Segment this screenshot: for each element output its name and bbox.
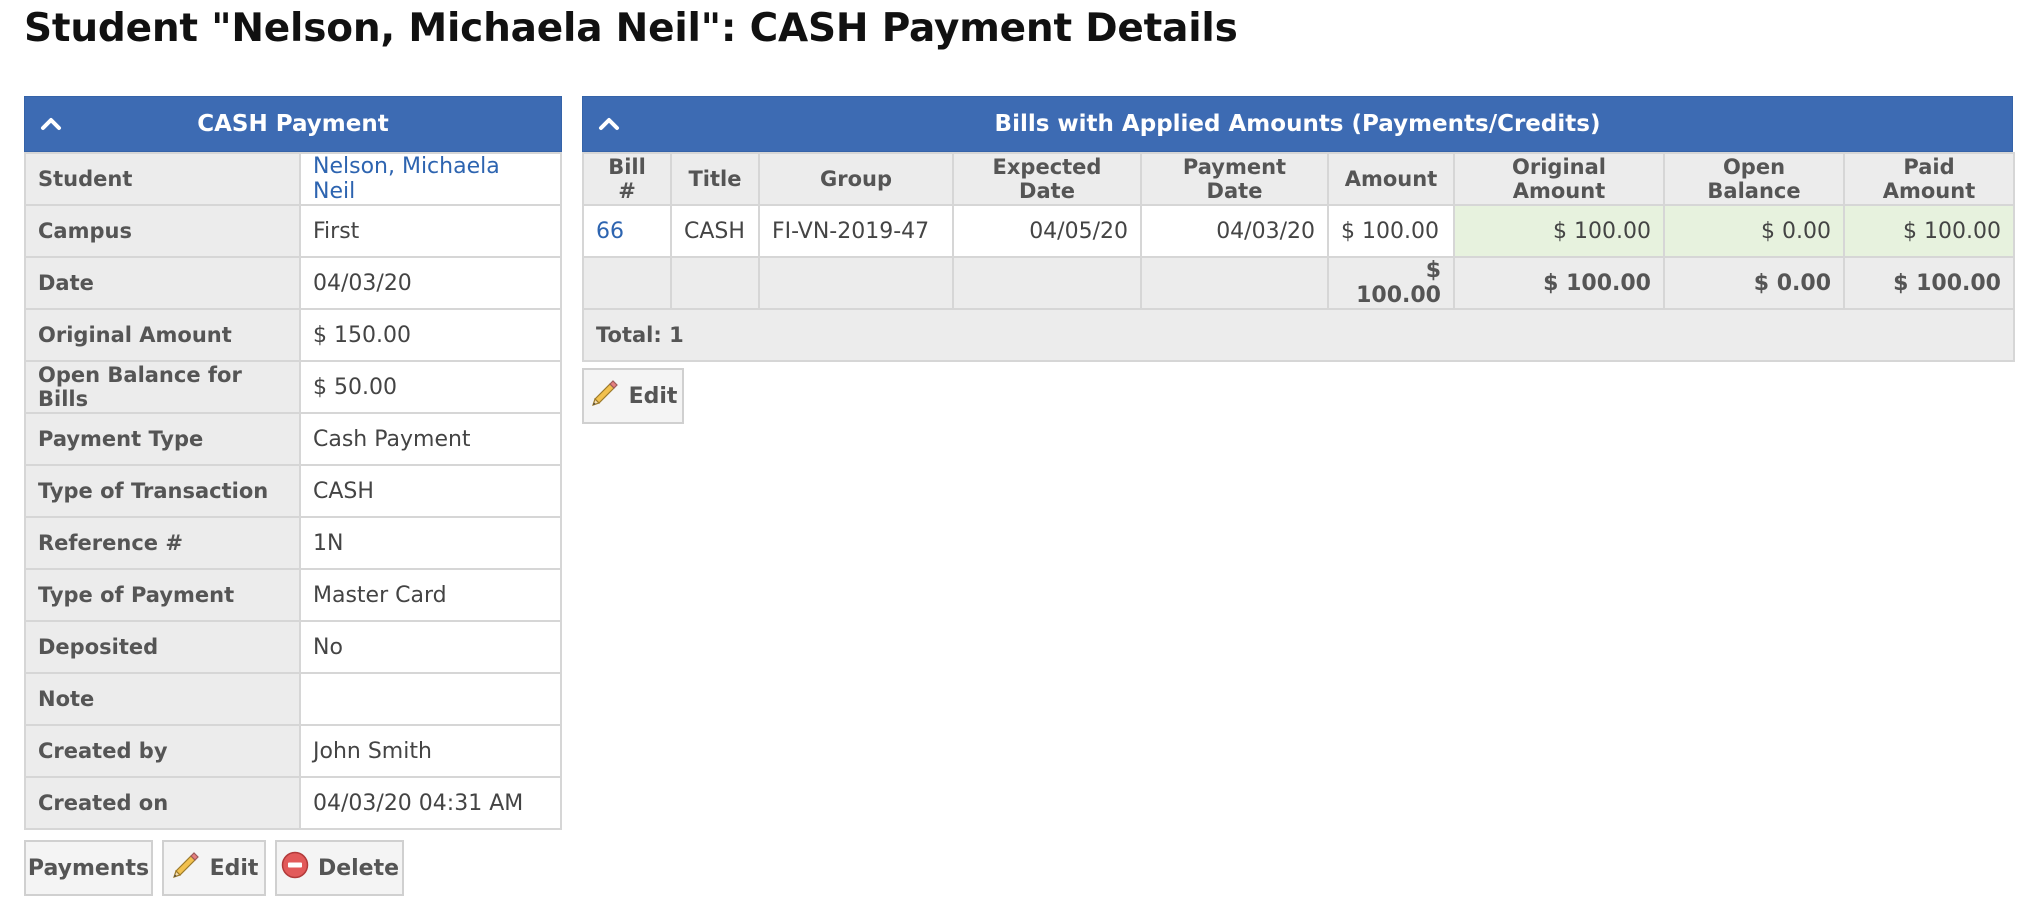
detail-value: John Smith [299,724,562,778]
payment-details-table: Student Nelson, Michaela Neil Campus First… [24,152,562,830]
detail-value: 04/03/20 [299,256,562,310]
total-count: Total: 1 [582,308,2015,362]
detail-value: $ 150.00 [299,308,562,362]
bills-table: Bill # Title Group Expected Date Payment… [582,152,2015,362]
detail-row-original-amount: Original Amount $ 150.00 [24,308,562,362]
detail-row-student: Student Nelson, Michaela Neil [24,152,562,206]
cash-payment-panel: CASH Payment Student Nelson, Michaela Nei… [24,96,562,830]
payments-button[interactable]: Payments [24,840,153,896]
column-header[interactable]: Bill # [582,152,672,206]
original-amount-cell: $ 100.00 [1453,204,1665,258]
detail-label: Date [24,256,301,310]
bills-panel-title: Bills with Applied Amounts (Payments/Cre… [994,111,1601,137]
amount-cell: $ 100.00 [1327,204,1455,258]
bills-panel: Bills with Applied Amounts (Payments/Cre… [582,96,2015,362]
column-header[interactable]: Amount [1327,152,1455,206]
detail-label: Student [24,152,301,206]
detail-value: CASH [299,464,562,518]
detail-label: Open Balance for Bills [24,360,301,414]
column-header[interactable]: Title [670,152,760,206]
detail-label: Type of Payment [24,568,301,622]
payment-date-cell: 04/03/20 [1140,204,1329,258]
total-paid-amount-cell: $ 100.00 [1843,256,2015,310]
column-header[interactable]: Group [758,152,954,206]
detail-row-payment-type: Payment Type Cash Payment [24,412,562,466]
detail-row-created-on: Created on 04/03/20 04:31 AM [24,776,562,830]
detail-label: Original Amount [24,308,301,362]
column-header[interactable]: Open Balance [1663,152,1845,206]
paid-amount-cell: $ 100.00 [1843,204,2015,258]
detail-row-open-balance: Open Balance for Bills $ 50.00 [24,360,562,414]
bill-title-cell: CASH [670,204,760,258]
detail-label: Payment Type [24,412,301,466]
empty-cell [758,256,954,310]
expected-date-cell: 04/05/20 [952,204,1142,258]
column-header[interactable]: Paid Amount [1843,152,2015,206]
detail-label: Reference # [24,516,301,570]
pencil-icon [170,849,202,887]
empty-cell [670,256,760,310]
chevron-up-icon[interactable] [39,112,63,136]
column-header[interactable]: Payment Date [1140,152,1329,206]
detail-row-type-of-payment: Type of Payment Master Card [24,568,562,622]
detail-value: No [299,620,562,674]
column-header[interactable]: Original Amount [1453,152,1665,206]
column-header[interactable]: Expected Date [952,152,1142,206]
detail-label: Deposited [24,620,301,674]
edit-button-label: Edit [628,383,678,409]
detail-row-campus: Campus First [24,204,562,258]
bills-panel-header[interactable]: Bills with Applied Amounts (Payments/Cre… [582,96,2013,152]
detail-label: Created on [24,776,301,830]
bill-link[interactable]: 66 [596,219,624,244]
detail-label: Type of Transaction [24,464,301,518]
detail-row-date: Date 04/03/20 [24,256,562,310]
payments-button-label: Payments [27,855,150,881]
total-open-balance-cell: $ 0.00 [1663,256,1845,310]
bills-header-row: Bill # Title Group Expected Date Payment… [582,152,2015,206]
detail-label: Campus [24,204,301,258]
chevron-up-icon[interactable] [597,112,621,136]
total-amount-cell: $ 100.00 [1327,256,1455,310]
bill-number-cell: 66 [582,204,672,258]
cash-payment-panel-header[interactable]: CASH Payment [24,96,562,152]
delete-button-label: Delete [317,855,400,881]
pencil-icon [589,377,621,415]
empty-cell [952,256,1142,310]
detail-value: 04/03/20 04:31 AM [299,776,562,830]
bill-group-cell: FI-VN-2019-47 [758,204,954,258]
detail-value: First [299,204,562,258]
detail-value: Cash Payment [299,412,562,466]
detail-row-reference: Reference #1N [24,516,562,570]
student-link[interactable]: Nelson, Michaela Neil [313,154,500,204]
page-title: Student "Nelson, Michaela Neil": CASH Pa… [24,6,1238,51]
detail-label: Created by [24,724,301,778]
detail-row-deposited: Deposited No [24,620,562,674]
edit-payment-button[interactable]: Edit [162,840,266,896]
detail-value: 1N [299,516,562,570]
detail-row-transaction-type: Type of Transaction CASH [24,464,562,518]
open-balance-cell: $ 0.00 [1663,204,1845,258]
totals-row: $ 100.00 $ 100.00 $ 0.00 $ 100.00 [582,256,2015,310]
detail-value: Master Card [299,568,562,622]
cash-payment-panel-title: CASH Payment [197,111,389,137]
table-row: 66 CASH FI-VN-2019-47 04/05/20 04/03/20 … [582,204,2015,258]
detail-value: $ 50.00 [299,360,562,414]
empty-cell [1140,256,1329,310]
detail-value [299,672,562,726]
empty-cell [582,256,672,310]
detail-row-created-by: Created by John Smith [24,724,562,778]
count-row: Total: 1 [582,308,2015,362]
edit-bills-button[interactable]: Edit [582,368,684,424]
total-original-amount-cell: $ 100.00 [1453,256,1665,310]
edit-button-label: Edit [209,855,259,881]
minus-circle-icon [280,850,310,886]
detail-row-note: Note [24,672,562,726]
delete-payment-button[interactable]: Delete [275,840,404,896]
detail-value: Nelson, Michaela Neil [299,152,562,206]
detail-label: Note [24,672,301,726]
